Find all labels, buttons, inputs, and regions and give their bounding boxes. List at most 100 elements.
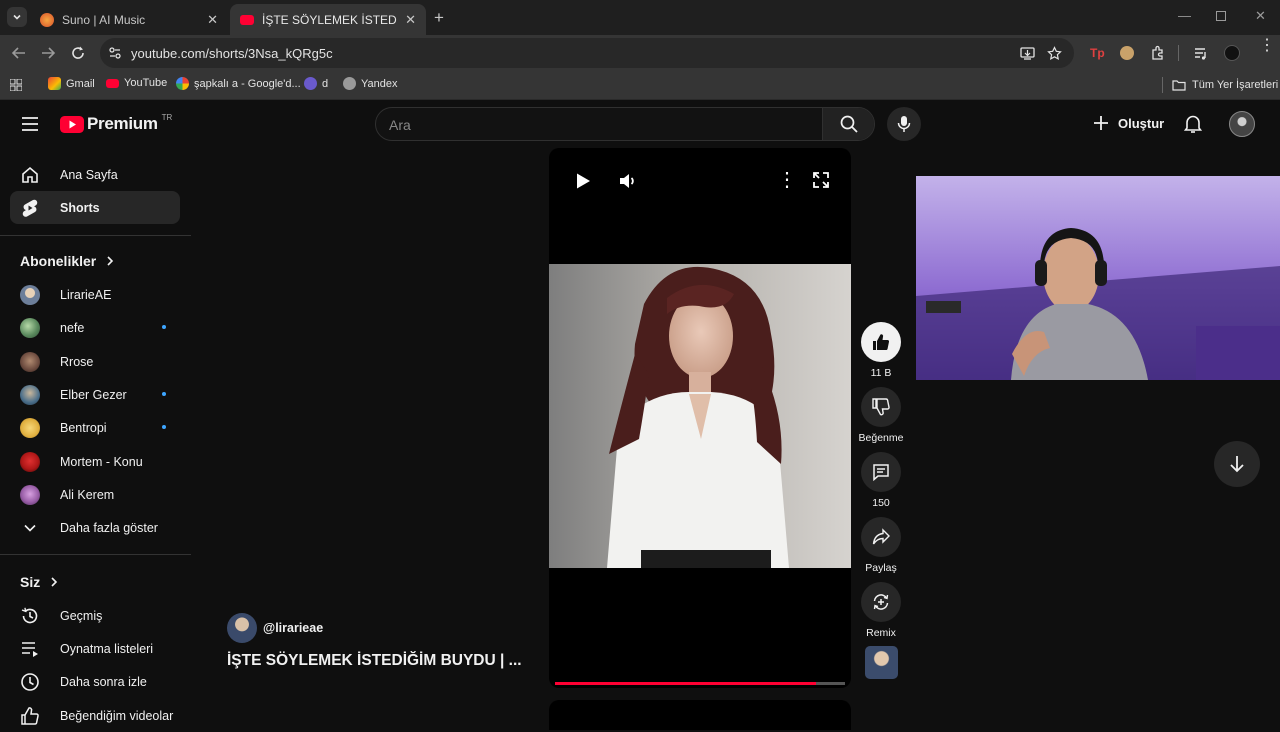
install-app-icon[interactable] — [1020, 46, 1035, 61]
microphone-icon — [897, 116, 911, 132]
volume-icon[interactable] — [618, 171, 638, 191]
sidebar-item-label: Shorts — [60, 200, 100, 215]
channel-avatar — [20, 351, 40, 372]
all-bookmarks-label: Tüm Yer İşaretleri — [1192, 79, 1279, 91]
url-text: youtube.com/shorts/3Nsa_kQRg5c — [131, 46, 333, 61]
logo-text: Premium — [87, 114, 158, 133]
media-controls-icon[interactable] — [1193, 45, 1209, 61]
search-button[interactable] — [822, 108, 874, 140]
comment-count: 150 — [872, 497, 890, 509]
sidebar-item-label: Geçmiş — [60, 608, 103, 623]
close-window-button[interactable]: ✕ — [1255, 8, 1266, 24]
search-input[interactable]: Ara — [389, 117, 411, 133]
extension-tp-icon[interactable]: Tp — [1090, 46, 1105, 60]
sidebar-item-history[interactable]: Geçmiş — [10, 599, 180, 632]
liked-videos-icon — [20, 706, 40, 726]
gmail-icon — [48, 77, 61, 90]
sidebar-item-subscription-lirarieae[interactable]: LirarieAE — [10, 278, 180, 311]
site-info-icon[interactable] — [108, 46, 122, 60]
chevron-down-icon — [13, 14, 21, 20]
channel-avatar — [20, 384, 40, 405]
sidebar-item-subscription-nefe[interactable]: nefe — [10, 311, 180, 344]
sidebar-item-shorts[interactable]: Shorts — [10, 191, 180, 224]
sidebar-item-subscription-bentropi[interactable]: Bentropi — [10, 411, 180, 444]
notifications-bell-icon[interactable] — [1184, 114, 1202, 134]
all-bookmarks-button[interactable]: Tüm Yer İşaretleri — [1162, 77, 1278, 93]
sidebar-item-label: Oynatma listeleri — [60, 641, 154, 656]
sidebar-item-home[interactable]: Ana Sayfa — [10, 158, 180, 191]
bookmark-label: şapkalı a - Google'd... — [194, 77, 301, 90]
tab-youtube-short[interactable]: İŞTE SÖYLEMEK İSTEDİĞİM BUY ✕ — [230, 4, 426, 35]
hamburger-menu-icon[interactable] — [21, 116, 39, 132]
bookmarks-divider — [1162, 77, 1163, 93]
toolbar-divider — [1178, 45, 1179, 61]
share-button[interactable]: Paylaş — [861, 517, 901, 574]
new-tab-button[interactable]: + — [434, 8, 444, 28]
dislike-button[interactable]: Beğenme — [859, 387, 903, 444]
next-short-button[interactable] — [1214, 441, 1260, 487]
minimize-button[interactable]: — — [1178, 8, 1191, 23]
extensions-puzzle-icon[interactable] — [1150, 45, 1166, 61]
comments-button[interactable]: 150 — [861, 452, 901, 509]
sound-source-thumbnail[interactable] — [865, 646, 898, 679]
close-tab-icon[interactable]: ✕ — [405, 12, 416, 28]
forward-arrow-icon[interactable] — [40, 45, 56, 61]
sidebar-item-label: Bentropi — [60, 420, 107, 435]
subscriptions-title: Abonelikler — [20, 253, 97, 269]
close-tab-icon[interactable]: ✕ — [207, 12, 218, 28]
subscriptions-heading[interactable]: Abonelikler — [20, 253, 116, 269]
sidebar-divider — [0, 554, 191, 555]
reload-icon[interactable] — [70, 45, 86, 61]
browser-menu-icon[interactable]: ⋮ — [1259, 38, 1275, 54]
voice-search-button[interactable] — [887, 107, 921, 141]
create-button[interactable]: Oluştur — [1092, 114, 1164, 132]
sidebar-item-liked-videos[interactable]: Beğendiğim videolar — [10, 699, 180, 732]
bookmark-yandex[interactable]: Yandex — [343, 77, 398, 90]
bookmark-star-icon[interactable] — [1047, 46, 1062, 61]
show-more-button[interactable]: Daha fazla göster — [10, 511, 180, 544]
home-icon — [20, 165, 40, 185]
fullscreen-icon[interactable] — [812, 171, 830, 189]
sidebar-item-playlists[interactable]: Oynatma listeleri — [10, 632, 180, 665]
tab-search-button[interactable] — [7, 7, 27, 27]
channel-info[interactable]: @lirarieae — [227, 613, 323, 643]
sidebar-item-watch-later[interactable]: Daha sonra izle — [10, 665, 180, 698]
bookmark-google[interactable]: şapkalı a - Google'd... — [176, 77, 301, 90]
account-avatar[interactable] — [1229, 111, 1255, 137]
youtube-premium-logo[interactable]: Premium TR — [60, 113, 172, 134]
search-bar[interactable]: Ara — [375, 107, 875, 141]
extension-owl-icon[interactable] — [1120, 46, 1134, 60]
sidebar-item-subscription-elber-gezer[interactable]: Elber Gezer — [10, 378, 180, 411]
bookmark-d[interactable]: d — [304, 77, 328, 90]
bookmark-label: Gmail — [66, 77, 95, 90]
play-icon[interactable] — [574, 172, 592, 190]
sidebar-item-label: LirarieAE — [60, 287, 112, 302]
sidebar-item-subscription-rrose[interactable]: Rrose — [10, 345, 180, 378]
apps-grid-icon[interactable] — [10, 79, 22, 91]
shorts-player[interactable]: ⋮ — [549, 148, 851, 688]
share-arrow-icon — [872, 528, 890, 545]
profile-avatar[interactable] — [1224, 45, 1240, 61]
more-options-icon[interactable]: ⋮ — [777, 168, 797, 192]
watch-later-icon — [20, 672, 40, 692]
address-bar[interactable]: youtube.com/shorts/3Nsa_kQRg5c — [100, 38, 1074, 68]
back-arrow-icon[interactable] — [11, 45, 27, 61]
bookmarks-bar: Gmail YouTube şapkalı a - Google'd... d … — [0, 71, 1280, 100]
create-label: Oluştur — [1118, 115, 1165, 131]
you-heading[interactable]: Siz — [20, 574, 60, 590]
remix-button[interactable]: Remix — [861, 582, 901, 639]
short-title[interactable]: İŞTE SÖYLEMEK İSTEDİĞİM BUYDU | ... — [227, 652, 522, 670]
youtube-header: Premium TR Ara Oluştur — [0, 100, 1280, 148]
next-short-preview[interactable] — [549, 700, 851, 730]
sidebar-item-subscription-ali-kerem[interactable]: Ali Kerem — [10, 478, 180, 511]
tab-suno[interactable]: Suno | AI Music ✕ — [30, 4, 228, 35]
sidebar-item-subscription-mortem[interactable]: Mortem - Konu — [10, 445, 180, 478]
playback-progress-bar[interactable] — [555, 682, 845, 685]
like-button[interactable]: 11 B — [861, 322, 901, 379]
channel-handle[interactable]: @lirarieae — [263, 621, 323, 635]
channel-avatar[interactable] — [227, 613, 257, 643]
restore-button[interactable] — [1216, 11, 1226, 21]
bookmark-youtube[interactable]: YouTube — [106, 77, 167, 89]
bookmark-gmail[interactable]: Gmail — [48, 77, 95, 90]
chevron-down-icon — [20, 518, 40, 538]
